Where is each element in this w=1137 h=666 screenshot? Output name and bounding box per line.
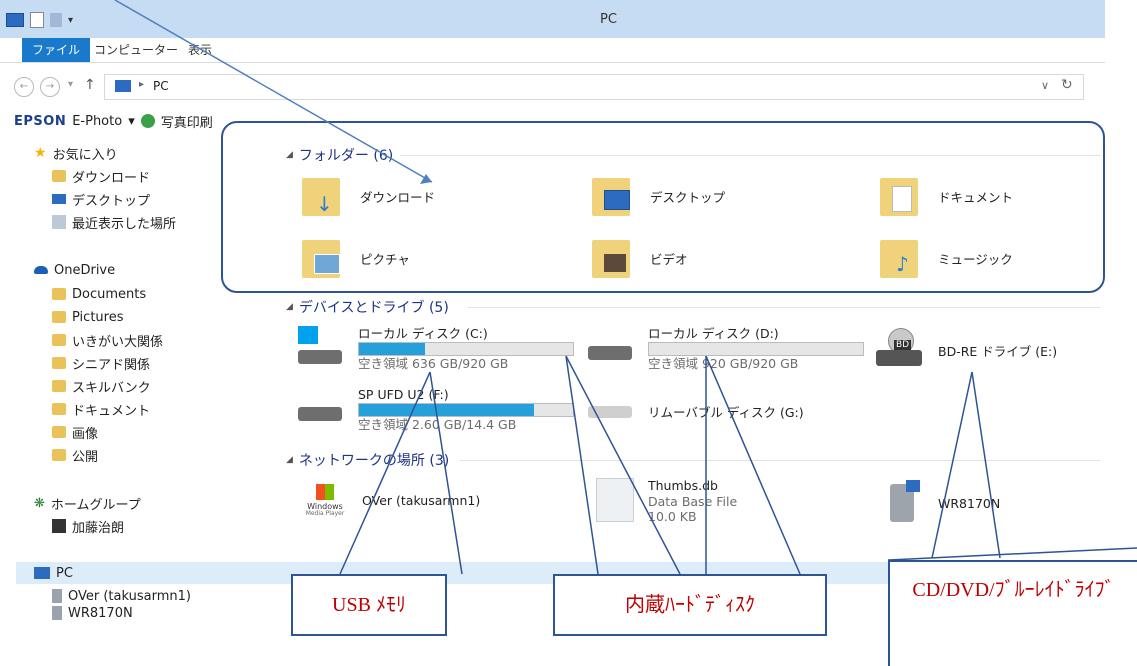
optical-pointer-line-2 (971, 371, 1001, 559)
optical-pointer-line-1 (931, 371, 973, 559)
pointer-line-to-downloads (114, 0, 433, 183)
usb-pointer-line-1 (339, 371, 431, 575)
optical-frame-line (887, 547, 1137, 561)
annotation-usb: USB ﾒﾓﾘ (291, 574, 447, 636)
hdd-pointer-line-2 (565, 355, 681, 575)
usb-pointer-line-2 (429, 371, 463, 575)
annotation-hdd: 内蔵ﾊｰﾄﾞﾃﾞｨｽｸ (553, 574, 827, 636)
hdd-pointer-line-4 (705, 355, 801, 575)
annotation-optical: CD/DVD/ﾌﾞﾙｰﾚｲﾄﾞﾗｲﾌﾞ (888, 560, 1137, 666)
hdd-pointer-line-1 (565, 355, 599, 575)
